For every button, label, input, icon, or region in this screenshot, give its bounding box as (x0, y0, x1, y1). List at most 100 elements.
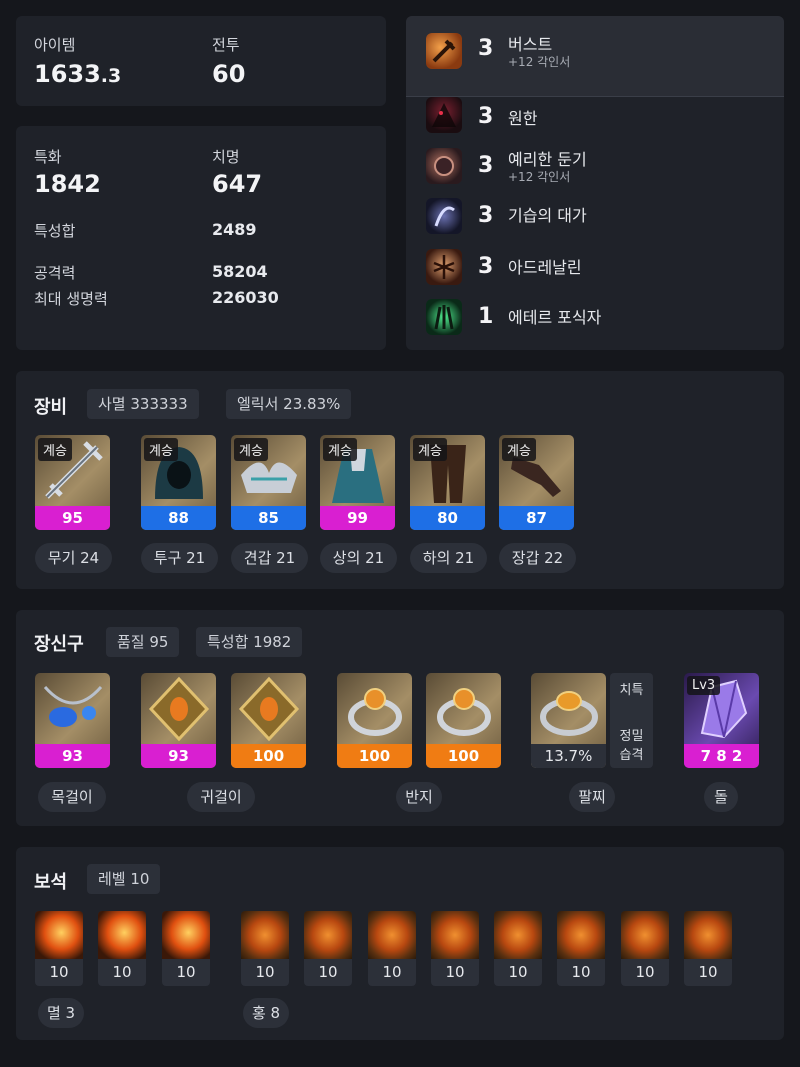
combat-level-label: 전투 (212, 36, 240, 54)
crit-label: 치명 (212, 148, 240, 166)
gem-slot[interactable]: 10 (162, 911, 210, 986)
crimson-gem-icon (621, 911, 669, 959)
quality-bar: 87 (499, 506, 574, 530)
annihilation-gem-icon (35, 911, 83, 959)
weapon-label: 무기 24 (35, 543, 112, 573)
quality-bar: 80 (410, 506, 485, 530)
combat-level-value: 60 (212, 60, 246, 88)
crimson-gem-icon (684, 911, 732, 959)
earring-slot[interactable]: 93 (141, 673, 216, 768)
gem-level: 10 (508, 963, 528, 981)
bracelet-stats-box: 치특 정밀 습격 (610, 673, 653, 768)
bracelet-stat: 습격 (619, 748, 644, 763)
stone-label: 돌 (704, 782, 738, 812)
set-effect-chip: 사멸 333333 (87, 389, 199, 419)
bracelet-slot[interactable]: 13.7% (531, 673, 606, 768)
chest-label: 상의 21 (320, 543, 397, 573)
trait-sum-value: 2489 (212, 220, 257, 239)
stone-level-tag: Lv3 (687, 676, 721, 695)
crimson-gem-icon (368, 911, 416, 959)
quality-bar: 100 (337, 744, 412, 768)
gem-slot[interactable]: 10 (431, 911, 479, 986)
item-level-card: 아이템 1633.3 전투 60 (16, 16, 386, 106)
ring-slot[interactable]: 100 (426, 673, 501, 768)
engraving-level: 3 (478, 203, 494, 228)
engraving-row[interactable]: 1 에테르 포식자 (406, 297, 784, 347)
gem-level-chip: 레벨 10 (87, 864, 161, 894)
quality-bar: 93 (141, 744, 216, 768)
bracelet-label: 팔찌 (569, 782, 615, 812)
shoulder-label: 견갑 21 (231, 543, 308, 573)
gems-card: 보석 레벨 10 10 10 10 10 10 10 10 10 10 10 1… (16, 847, 784, 1040)
engraving-name: 버스트 (508, 35, 553, 54)
engraving-row[interactable]: 3 버스트 +12 각인서 (406, 31, 784, 81)
engraving-row[interactable]: 3 기습의 대가 (406, 196, 784, 246)
gem-level: 10 (571, 963, 591, 981)
succession-tag: 계승 (413, 438, 447, 461)
ability-stone-slot[interactable]: Lv3 7 8 2 (684, 673, 759, 768)
stats-card: 특화 1842 치명 647 특성합 2489 공격력 58204 최대 생명력… (16, 126, 386, 350)
gem-slot[interactable]: 10 (557, 911, 605, 986)
ambush-master-icon (426, 198, 462, 234)
trait-sum-label: 특성합 (34, 222, 76, 240)
gem-slot[interactable]: 10 (621, 911, 669, 986)
keen-blunt-icon (426, 148, 462, 184)
ring-slot[interactable]: 100 (337, 673, 412, 768)
chest-slot[interactable]: 계승 99 (320, 435, 395, 530)
crimson-gem-icon (557, 911, 605, 959)
earring-slot[interactable]: 100 (231, 673, 306, 768)
bracelet-icon (540, 691, 598, 736)
gem-level: 10 (445, 963, 465, 981)
gem-slot[interactable]: 10 (241, 911, 289, 986)
engraving-row[interactable]: 3 원한 (406, 97, 784, 147)
gem-level: 10 (698, 963, 718, 981)
crimson-gem-icon (241, 911, 289, 959)
helmet-slot[interactable]: 계승 88 (141, 435, 216, 530)
earring-icon (238, 676, 300, 742)
earring-label: 귀걸이 (187, 782, 255, 812)
gem-level: 10 (382, 963, 402, 981)
pants-slot[interactable]: 계승 80 (410, 435, 485, 530)
helmet-label: 투구 21 (141, 543, 218, 573)
gem-slot[interactable]: 10 (494, 911, 542, 986)
gloves-slot[interactable]: 계승 87 (499, 435, 574, 530)
engraving-row[interactable]: 3 예리한 둔기 +12 각인서 (406, 146, 784, 196)
equipment-title: 장비 (34, 397, 68, 418)
gem-slot[interactable]: 10 (98, 911, 146, 986)
equipment-card: 장비 사멸 333333 엘릭서 23.83% 계승 95 계승 88 계승 8… (16, 371, 784, 589)
engraving-row[interactable]: 3 아드레날린 (406, 247, 784, 297)
annihilation-count-label: 멸 3 (38, 998, 84, 1028)
gloves-label: 장갑 22 (499, 543, 576, 573)
elixir-chip: 엘릭서 23.83% (226, 389, 352, 419)
gem-slot[interactable]: 10 (35, 911, 83, 986)
weapon-slot[interactable]: 계승 95 (35, 435, 110, 530)
crimson-gem-icon (304, 911, 352, 959)
succession-tag: 계승 (502, 438, 536, 461)
hp-label: 최대 생명력 (34, 290, 108, 308)
necklace-icon (43, 686, 103, 727)
stone-value: 7 8 2 (684, 744, 759, 768)
shoulder-slot[interactable]: 계승 85 (231, 435, 306, 530)
gem-slot[interactable]: 10 (304, 911, 352, 986)
gem-slot[interactable]: 10 (368, 911, 416, 986)
engraving-level: 3 (478, 104, 494, 129)
ring-icon (437, 688, 491, 736)
necklace-slot[interactable]: 93 (35, 673, 110, 768)
crit-value: 647 (212, 170, 263, 198)
item-level-value: 1633.3 (34, 60, 122, 88)
quality-bar: 93 (35, 744, 110, 768)
ether-predator-icon (426, 299, 462, 335)
earring-icon (148, 676, 210, 742)
gem-level: 10 (49, 963, 69, 981)
attack-label: 공격력 (34, 264, 76, 282)
necklace-label: 목걸이 (38, 782, 106, 812)
gem-slot[interactable]: 10 (684, 911, 732, 986)
gems-title: 보석 (34, 872, 68, 893)
ring-label: 반지 (396, 782, 442, 812)
engraving-level: 1 (478, 304, 494, 329)
succession-tag: 계승 (144, 438, 178, 461)
engraving-sub: +12 각인서 (508, 170, 571, 184)
gem-level: 10 (635, 963, 655, 981)
attack-value: 58204 (212, 262, 268, 281)
annihilation-gem-icon (162, 911, 210, 959)
